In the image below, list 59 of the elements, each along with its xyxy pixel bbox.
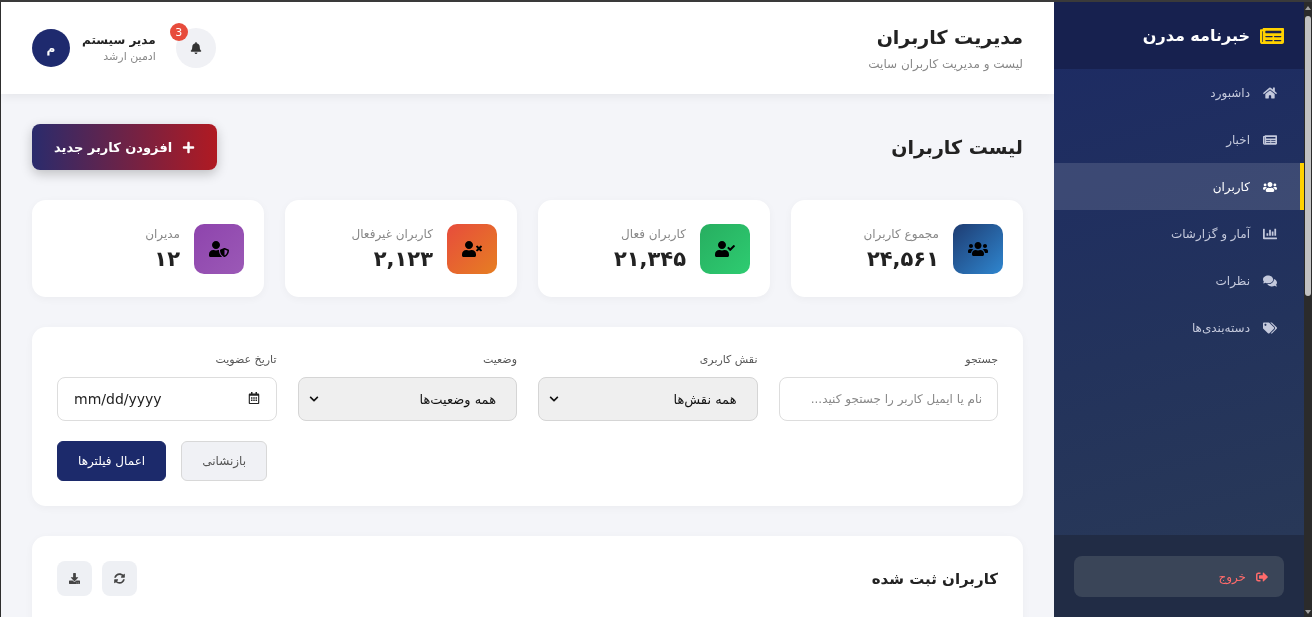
users-icon — [1263, 179, 1277, 194]
field-label: تاریخ عضویت — [214, 352, 277, 368]
download-button[interactable] — [57, 561, 92, 596]
refresh-icon — [114, 573, 125, 584]
sidebar-item[interactable]: دسته‌بندی‌ها — [1054, 304, 1304, 351]
page-subtitle: لیست و مدیریت کاربران سایت — [868, 56, 1023, 72]
field-label: وضعیت — [481, 352, 517, 368]
logout-icon — [1256, 570, 1268, 583]
stat-value: ۲,۱۲۳ — [372, 246, 433, 271]
bell-icon — [189, 42, 202, 54]
stat-label: کاربران فعال — [620, 226, 686, 241]
search-field[interactable]: نام یا ایمیل کاربر را جستجو کنید... — [778, 377, 998, 421]
notification-button[interactable] — [175, 28, 216, 68]
avatar[interactable]: م — [32, 29, 70, 67]
stat-label: مدیران — [145, 226, 180, 241]
field-label: نقش کاربری — [698, 352, 758, 368]
download-icon — [69, 573, 80, 584]
users-icon — [953, 223, 1003, 274]
tags-icon — [1263, 320, 1277, 335]
refresh-button[interactable] — [102, 561, 137, 596]
sidebar-item[interactable]: اخبار — [1054, 116, 1304, 163]
user-name: مدیر سیستم — [82, 33, 156, 47]
table-title: کاربران ثبت شده — [871, 569, 998, 588]
dropdown[interactable]: همه وضعیت‌ها — [297, 377, 517, 421]
notification-badge: 3 — [169, 23, 188, 41]
stat-label: کاربران غیرفعال — [351, 226, 433, 241]
field-label: جستجو — [963, 352, 998, 368]
page-heading: مدیریت کاربران — [875, 25, 1023, 50]
user-x-icon — [447, 223, 497, 274]
sidebar-item[interactable]: نظرات — [1054, 257, 1304, 304]
stat-label: مجموع کاربران — [863, 226, 939, 241]
stat-value: ۲۱,۳۴۵ — [613, 246, 686, 271]
bar-chart-icon — [1263, 226, 1277, 241]
add-user-button[interactable]: افزودن کاربر جدید — [32, 124, 218, 170]
sidebar-item[interactable]: داشبورد — [1054, 69, 1304, 116]
home-icon — [1263, 85, 1277, 100]
calendar-icon — [247, 392, 260, 404]
date-field[interactable]: mm/dd/yyyy — [57, 377, 277, 421]
chevron-down-icon — [549, 394, 559, 404]
sidebar-item[interactable]: کاربران — [1054, 163, 1304, 210]
brand-name: خبرنامه مدرن — [1142, 26, 1250, 45]
newspaper-icon — [1263, 132, 1277, 147]
dropdown[interactable]: همه نقش‌ها — [538, 377, 758, 421]
apply-filters-button[interactable]: اعمال فیلترها — [57, 441, 167, 481]
stat-value: ۲۴,۵۶۱ — [865, 246, 939, 271]
chevron-down-icon — [308, 394, 319, 404]
scroll-up-icon[interactable] — [1305, 6, 1311, 10]
sidebar-item[interactable]: آمار و گزارشات — [1054, 210, 1304, 257]
chat-bubbles-icon — [1263, 273, 1277, 288]
user-shield-icon — [194, 223, 244, 274]
section-title: لیست کاربران — [891, 136, 1023, 158]
user-check-icon — [700, 223, 750, 274]
stat-value: ۱۲ — [153, 246, 180, 271]
scrollbar[interactable] — [1304, 2, 1312, 617]
user-role: ادمین ارشد — [102, 50, 156, 63]
plus-icon — [182, 140, 196, 154]
scrollbar-thumb[interactable] — [1305, 16, 1311, 296]
reset-button[interactable]: بازنشانی — [181, 441, 268, 481]
scroll-down-icon[interactable] — [1305, 610, 1311, 614]
